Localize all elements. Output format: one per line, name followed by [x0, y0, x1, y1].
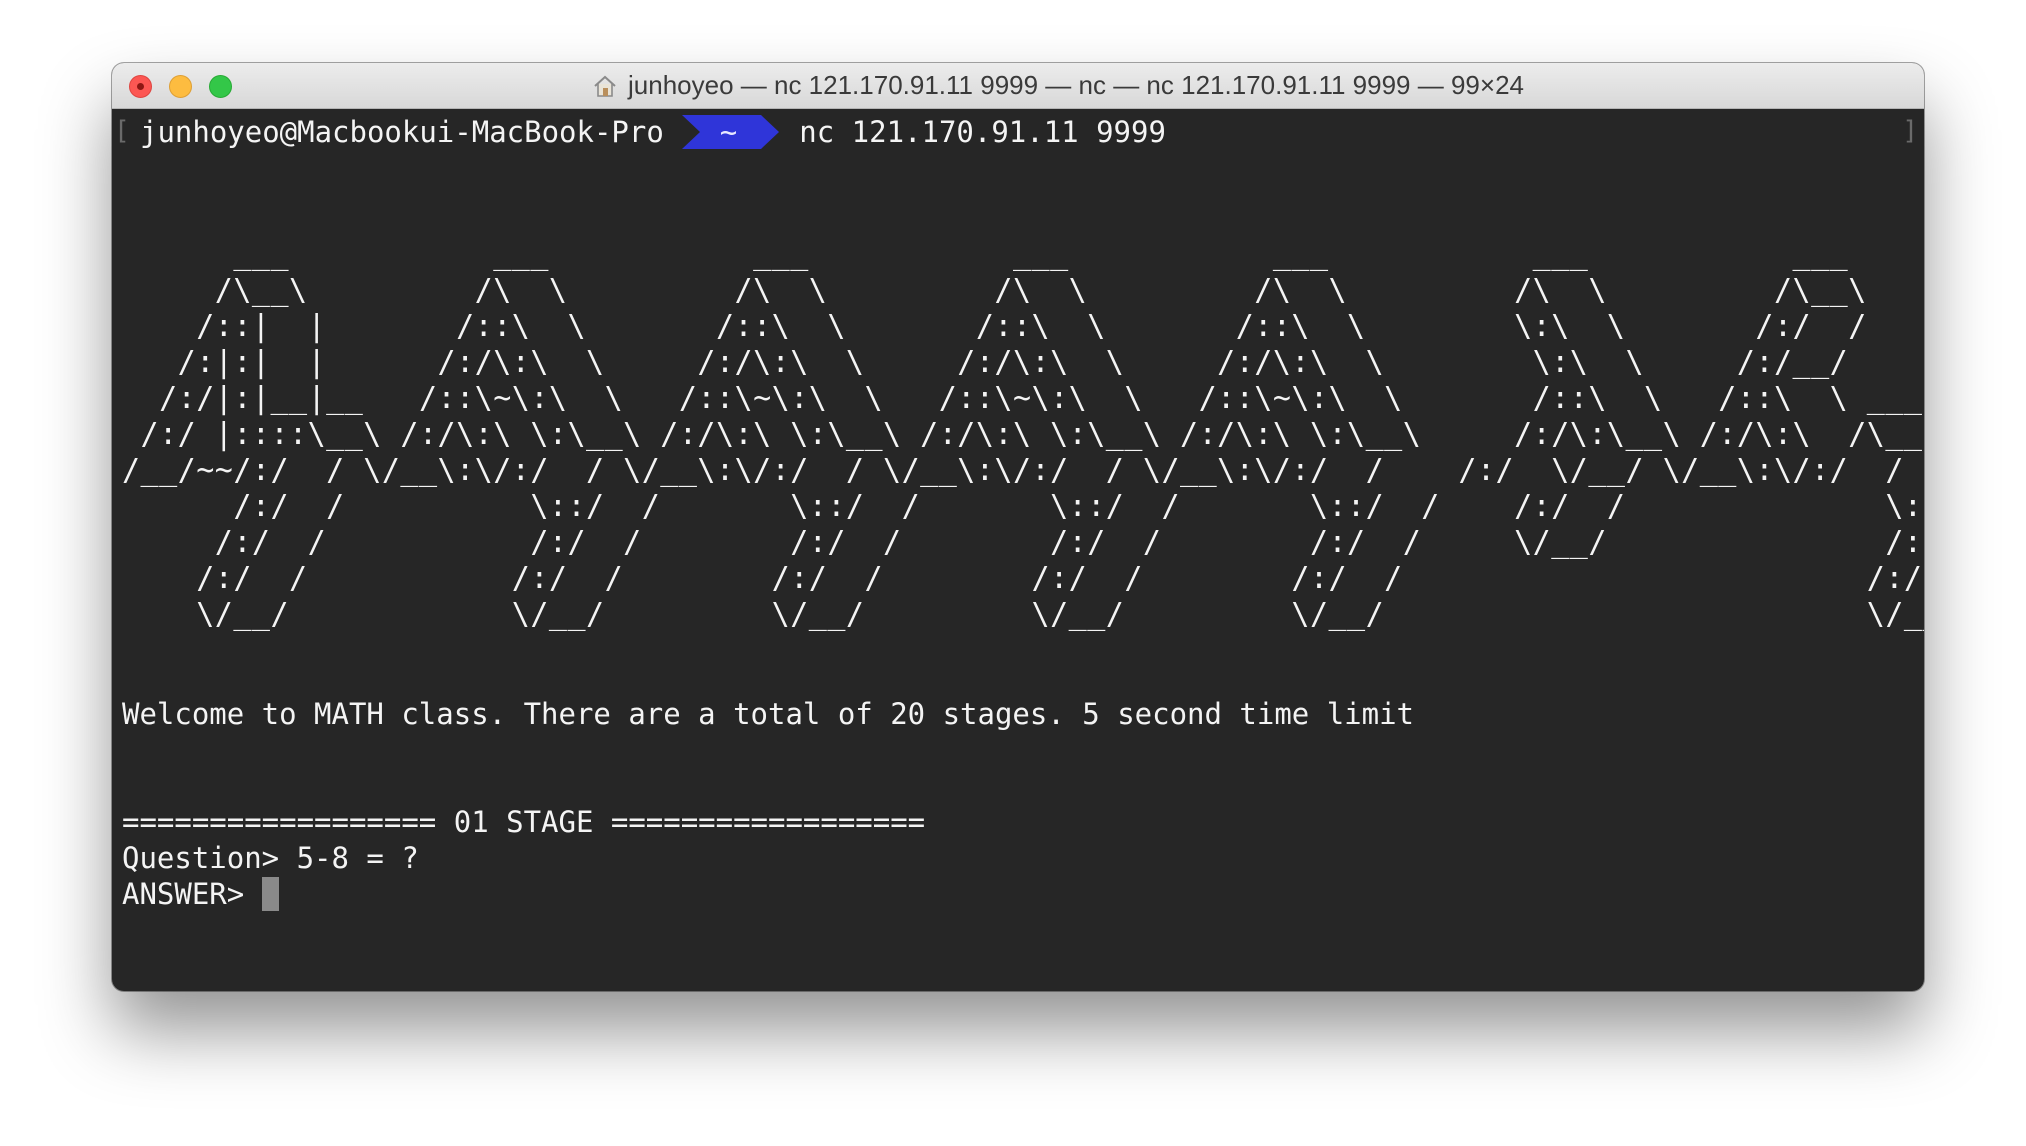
answer-prompt: ANSWER>: [122, 877, 245, 911]
title-bar[interactable]: junhoyeo — nc 121.170.91.11 9999 — nc — …: [112, 63, 1924, 109]
prompt-bracket-left: [: [114, 116, 130, 146]
welcome-message: Welcome to MATH class. There are a total…: [122, 697, 1415, 731]
terminal-window: junhoyeo — nc 121.170.91.11 9999 — nc — …: [112, 63, 1924, 991]
window-title-group: junhoyeo — nc 121.170.91.11 9999 — nc — …: [112, 63, 1924, 108]
text-cursor[interactable]: [262, 877, 280, 911]
window-title: junhoyeo — nc 121.170.91.11 9999 — nc — …: [628, 70, 1524, 100]
prompt-command: nc 121.170.91.11 9999: [799, 114, 1166, 149]
prompt-directory-segment: ~: [681, 114, 780, 149]
ascii-art-banner: ___ ___ ___ ___ ___ ___ ___ /\__\ /\ \ /…: [122, 237, 1924, 632]
question-line: Question> 5-8 = ?: [122, 841, 419, 875]
stage-header: ================== 01 STAGE ============…: [122, 805, 926, 839]
shell-prompt: junhoyeo@Macbookui-MacBook-Pro ~ nc 121.…: [140, 109, 1166, 154]
prompt-user-host: junhoyeo@Macbookui-MacBook-Pro: [140, 114, 664, 149]
prompt-bracket-right: ]: [1902, 116, 1918, 146]
answer-input-line[interactable]: ANSWER>: [122, 877, 280, 911]
terminal-content[interactable]: [ ] junhoyeo@Macbookui-MacBook-Pro ~ nc …: [112, 109, 1924, 991]
home-folder-icon: [594, 75, 616, 97]
